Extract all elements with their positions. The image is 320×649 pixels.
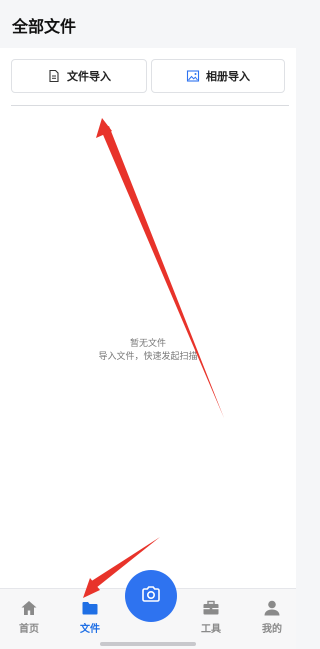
file-import-label: 文件导入 [67,70,111,83]
home-icon [20,599,38,617]
album-import-button[interactable]: 相册导入 [151,59,285,93]
toolbox-icon [202,599,220,617]
image-icon [186,69,200,83]
file-list-area: 文件导入 相册导入 暂无文件 导入文件，快速发起扫描 [0,48,296,588]
empty-state-title: 暂无文件 [129,339,166,349]
tab-home-label: 首页 [19,624,39,635]
user-icon [263,599,281,617]
folder-icon [81,599,99,617]
empty-state-subtitle: 导入文件，快速发起扫描 [98,352,198,362]
page-title: 全部文件 [12,17,77,36]
camera-scan-button[interactable] [125,570,177,622]
tab-home[interactable]: 首页 [9,599,49,635]
tab-tools[interactable]: 工具 [191,599,231,635]
tab-files-label: 文件 [80,624,100,635]
album-import-label: 相册导入 [206,70,250,83]
home-indicator [100,642,196,646]
document-icon [47,69,61,83]
file-import-button[interactable]: 文件导入 [11,59,147,93]
tab-mine[interactable]: 我的 [252,599,292,635]
tab-tools-label: 工具 [201,624,221,635]
empty-state: 暂无文件 导入文件，快速发起扫描 [0,338,296,364]
divider [11,105,289,106]
top-bar: 全部文件 [0,0,296,48]
tab-files[interactable]: 文件 [70,599,110,635]
camera-icon [141,585,161,607]
tab-mine-label: 我的 [262,624,282,635]
